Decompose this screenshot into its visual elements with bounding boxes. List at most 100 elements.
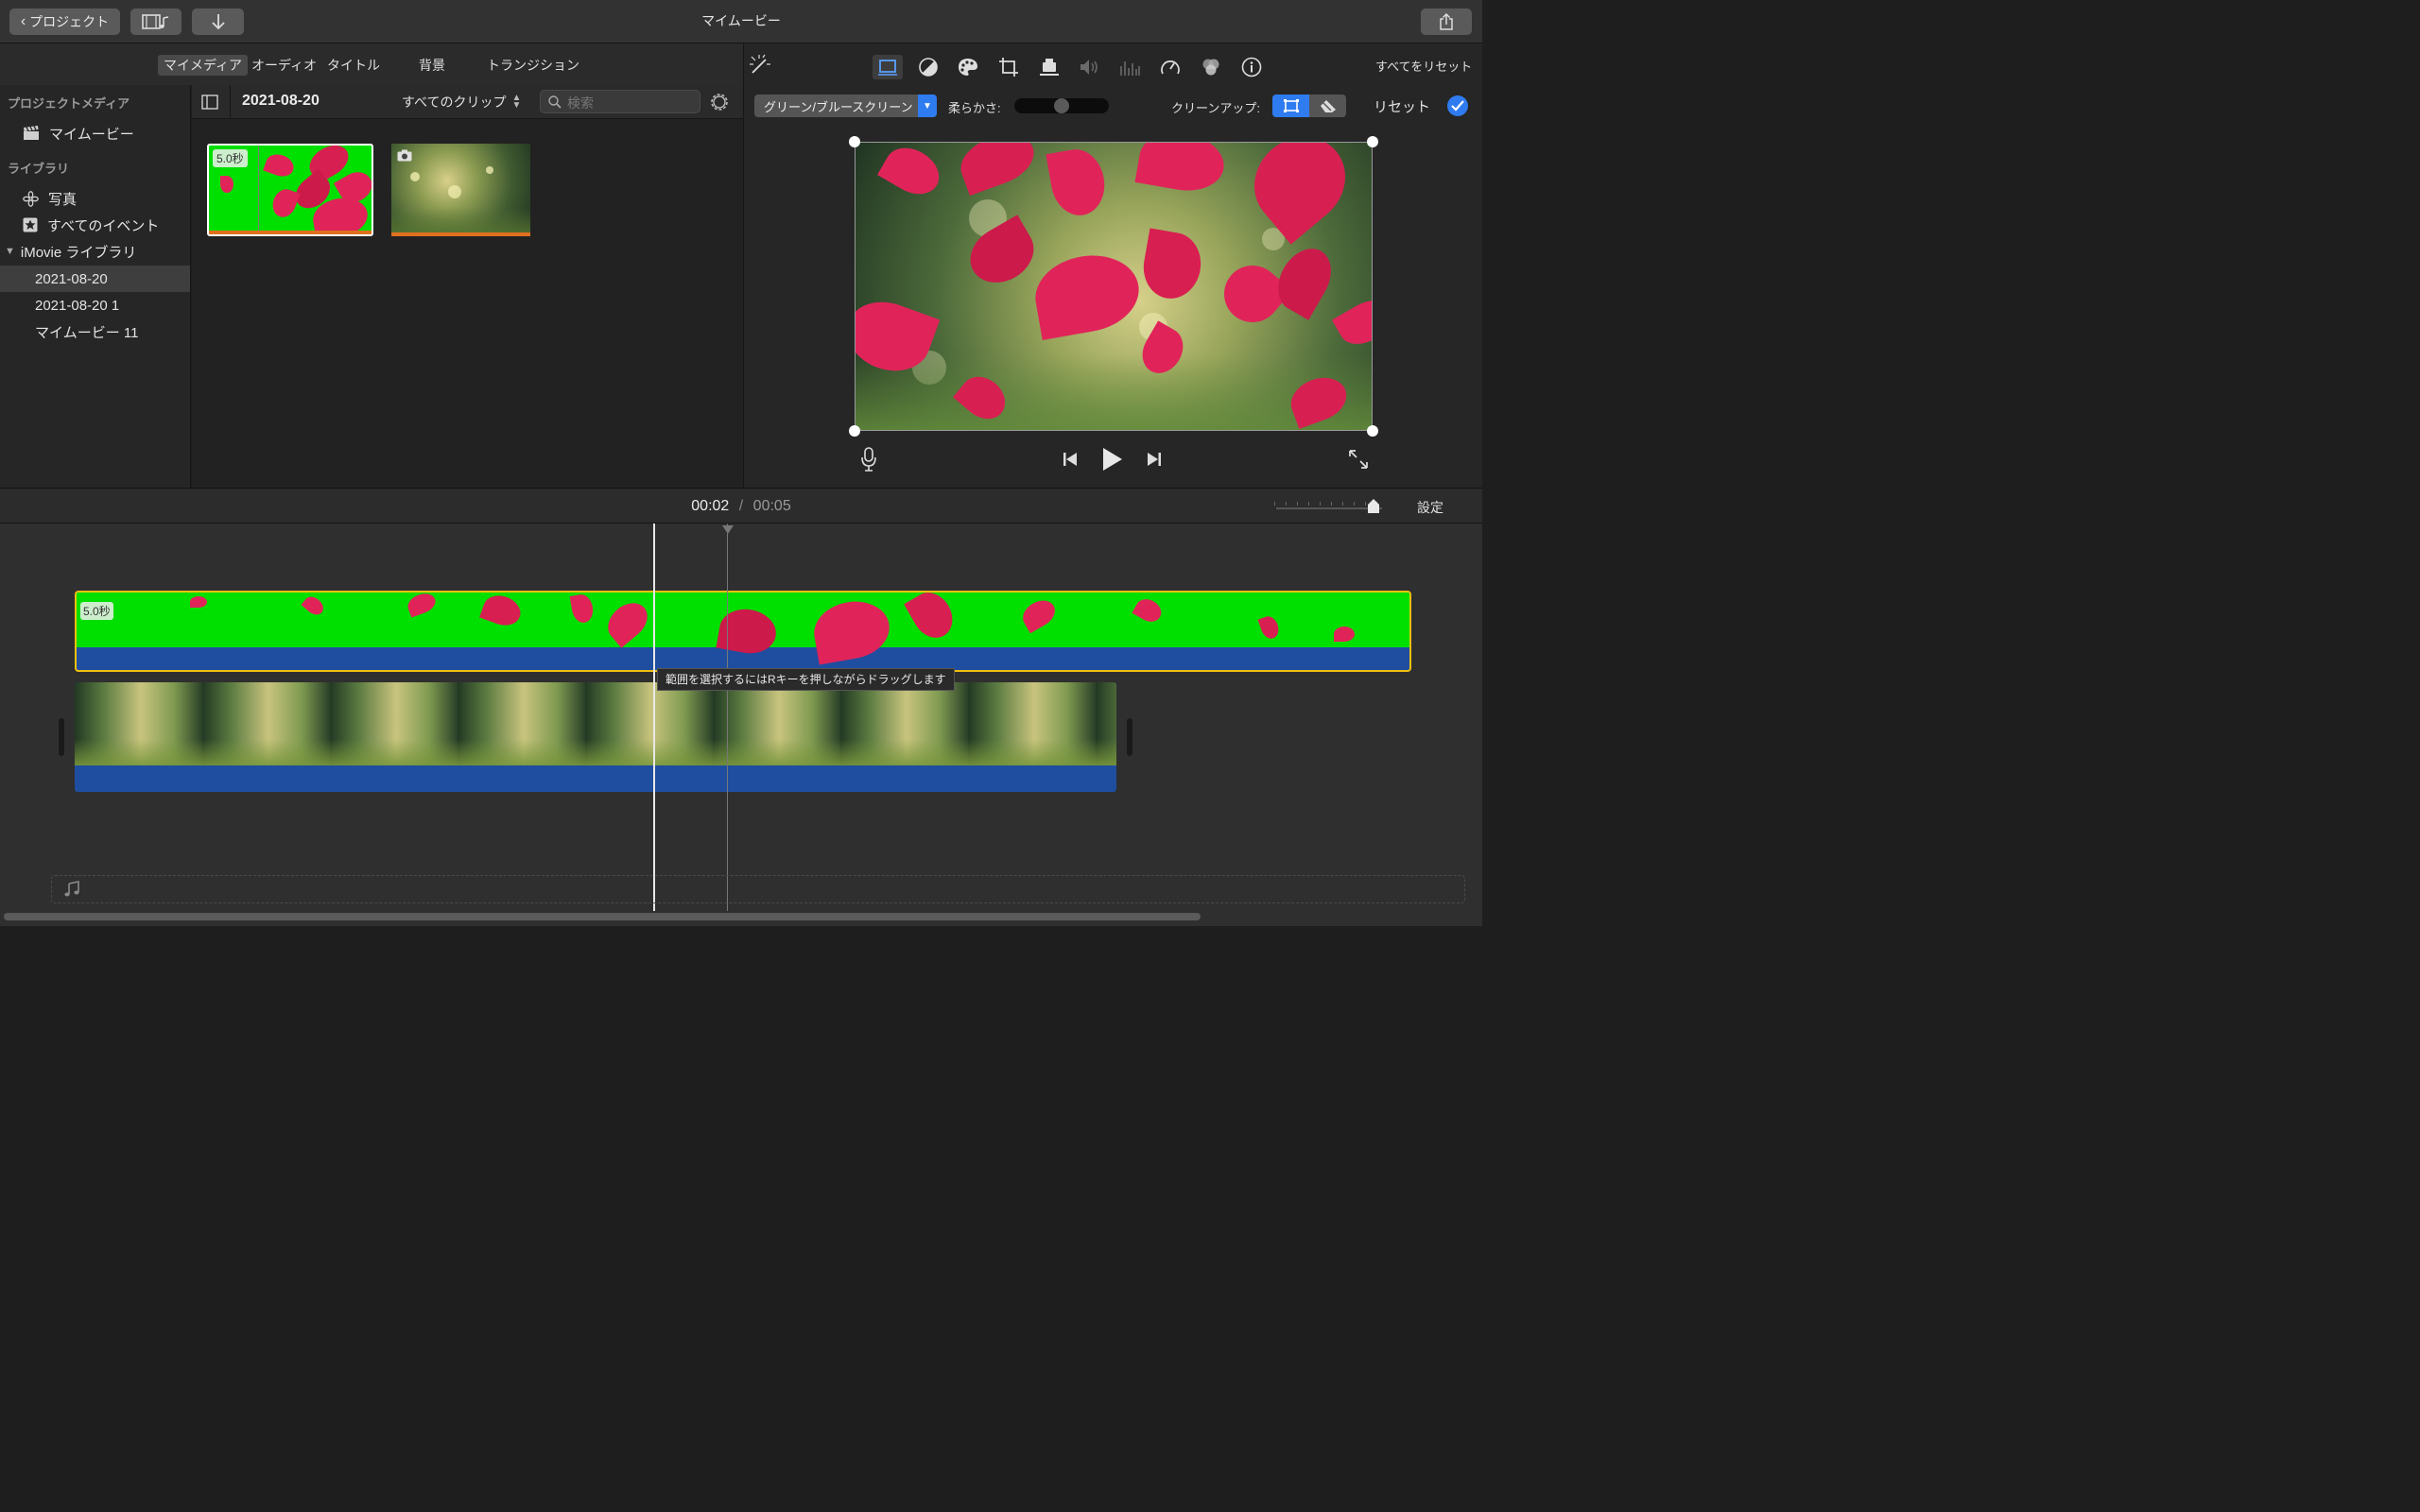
softness-slider-knob[interactable]	[1054, 98, 1069, 113]
play-icon[interactable]	[1101, 446, 1124, 472]
microphone-icon[interactable]	[859, 446, 878, 472]
cleanup-label: クリーンアップ:	[1171, 101, 1260, 115]
petal	[220, 176, 233, 193]
overlay-resize-handle[interactable]	[1367, 136, 1378, 147]
video-preview[interactable]	[855, 142, 1373, 431]
crop-rect-icon	[1283, 99, 1299, 112]
gear-icon[interactable]	[708, 91, 731, 113]
bokeh-dot	[410, 172, 420, 181]
sidebar-item-my-movie[interactable]: マイムービー	[0, 120, 190, 146]
tab-audio[interactable]: オーディオ	[246, 55, 322, 76]
sidebar-item-event-2021-08-20-1[interactable]: 2021-08-20 1	[0, 292, 190, 318]
petal	[1028, 248, 1146, 340]
cleanup-crop-segment[interactable]	[1272, 94, 1309, 117]
softness-slider[interactable]	[1014, 98, 1109, 113]
zoom-slider-knob[interactable]	[1367, 499, 1380, 514]
color-balance-button[interactable]	[914, 55, 942, 79]
share-button[interactable]	[1421, 9, 1472, 35]
skip-forward-icon[interactable]	[1146, 451, 1163, 468]
petal	[405, 593, 439, 618]
sidebar-item-event-my-movie-11[interactable]: マイムービー 11	[0, 318, 190, 345]
divider	[230, 85, 231, 119]
skip-back-icon[interactable]	[1062, 451, 1079, 468]
timeline-overlay-clip[interactable]: 5.0秒	[75, 591, 1411, 672]
horizontal-scrollbar[interactable]	[4, 913, 1201, 920]
skim-line	[258, 146, 259, 234]
reset-all-button[interactable]: すべてをリセット	[1375, 57, 1472, 75]
playhead[interactable]	[653, 524, 655, 911]
used-range-bar	[209, 231, 372, 234]
overlay-clip-video	[77, 593, 1409, 665]
checkmark-icon	[1451, 100, 1464, 112]
zoom-slider[interactable]	[1274, 499, 1382, 513]
search-field[interactable]: 検索	[540, 90, 700, 113]
updown-chevron-icon: ▲ ▼	[511, 93, 522, 111]
fullscreen-icon[interactable]	[1347, 448, 1370, 471]
speed-button[interactable]	[1156, 55, 1184, 79]
magic-wand-icon[interactable]	[748, 53, 772, 77]
petal	[1138, 228, 1206, 303]
petal	[569, 593, 596, 625]
sidebar-item-all-events[interactable]: すべてのイベント	[0, 212, 190, 238]
petal	[600, 595, 655, 648]
clip-thumbnail-green-screen[interactable]: 5.0秒	[207, 144, 373, 236]
background-music-well[interactable]	[51, 875, 1465, 903]
color-correction-button[interactable]	[954, 55, 982, 79]
clip-filter-button[interactable]	[1197, 55, 1225, 79]
music-note-icon	[64, 881, 79, 897]
sidebar-item-photos[interactable]: 写真	[0, 185, 190, 212]
overlay-mode-select[interactable]: グリーン/ブルースクリーン ▼	[754, 94, 937, 117]
photos-flower-icon	[23, 190, 39, 207]
star-box-icon	[23, 217, 38, 232]
overlay-resize-handle[interactable]	[849, 425, 860, 437]
sidebar-item-event-2021-08-20[interactable]: 2021-08-20	[0, 266, 190, 292]
crop-button[interactable]	[994, 55, 1023, 79]
sidebar-toggle-icon[interactable]	[201, 94, 218, 110]
overlay-resize-handle[interactable]	[1367, 425, 1378, 437]
library-header: ライブラリ	[8, 162, 70, 176]
trim-handle-right[interactable]	[1127, 718, 1132, 756]
petal	[904, 593, 960, 645]
total-time: 00:05	[752, 498, 791, 514]
timeline-toolbar: 00:02 / 00:05 設定	[0, 488, 1482, 524]
reset-button[interactable]: リセット	[1374, 96, 1430, 116]
browser-tab-bar: マイメディア オーディオ タイトル 背景 トランジション	[0, 43, 743, 85]
search-icon	[548, 95, 562, 109]
viewer-panel: すべてをリセット グリーン/ブルースクリーン ▼ 柔らかさ: クリーンアップ: …	[743, 43, 1482, 488]
stabilization-button[interactable]	[1035, 55, 1063, 79]
video-overlay-settings-button[interactable]	[873, 55, 903, 79]
skimmer-line	[727, 524, 728, 911]
timeline-main-clip[interactable]	[75, 682, 1116, 792]
petal	[190, 596, 207, 608]
overlay-resize-handle[interactable]	[849, 136, 860, 147]
skimmer-marker-icon	[722, 525, 734, 534]
equalizer-button[interactable]	[1115, 55, 1144, 79]
apply-checkmark-button[interactable]	[1447, 95, 1468, 116]
bokeh-dot	[448, 185, 461, 198]
disclosure-triangle-icon[interactable]: ▼	[5, 246, 15, 257]
clip-filter-select[interactable]: すべてのクリップ ▲ ▼	[402, 93, 521, 112]
sidebar-item-imovie-library[interactable]: ▼ iMovie ライブラリ	[0, 238, 190, 265]
timeline[interactable]: 5.0秒 範囲を選択するにはRキーを押しながらドラッグします	[0, 524, 1482, 926]
info-button[interactable]	[1237, 55, 1266, 79]
tab-backgrounds[interactable]: 背景	[413, 55, 451, 76]
tab-my-media[interactable]: マイメディア	[158, 55, 249, 76]
petal	[301, 593, 327, 619]
color-balance-icon	[919, 58, 938, 77]
tab-transitions[interactable]: トランジション	[481, 55, 585, 76]
volume-button[interactable]	[1076, 55, 1104, 79]
overlay-rect-icon	[878, 60, 897, 76]
cleanup-segmented-control	[1272, 94, 1346, 117]
tab-titles[interactable]: タイトル	[321, 55, 386, 76]
project-media-header: プロジェクトメディア	[8, 96, 130, 111]
clip-thumbnail-photo[interactable]	[391, 144, 530, 236]
petal	[1267, 239, 1342, 320]
main-clip-filmstrip	[75, 682, 1116, 765]
clapperboard-icon	[24, 126, 39, 140]
petal	[263, 150, 297, 180]
clips-browser: 5.0秒	[192, 119, 743, 488]
trim-handle-left[interactable]	[59, 718, 64, 756]
grass	[75, 739, 1116, 765]
timeline-settings-button[interactable]: 設定	[1417, 498, 1443, 517]
cleanup-eraser-segment[interactable]	[1309, 94, 1346, 117]
